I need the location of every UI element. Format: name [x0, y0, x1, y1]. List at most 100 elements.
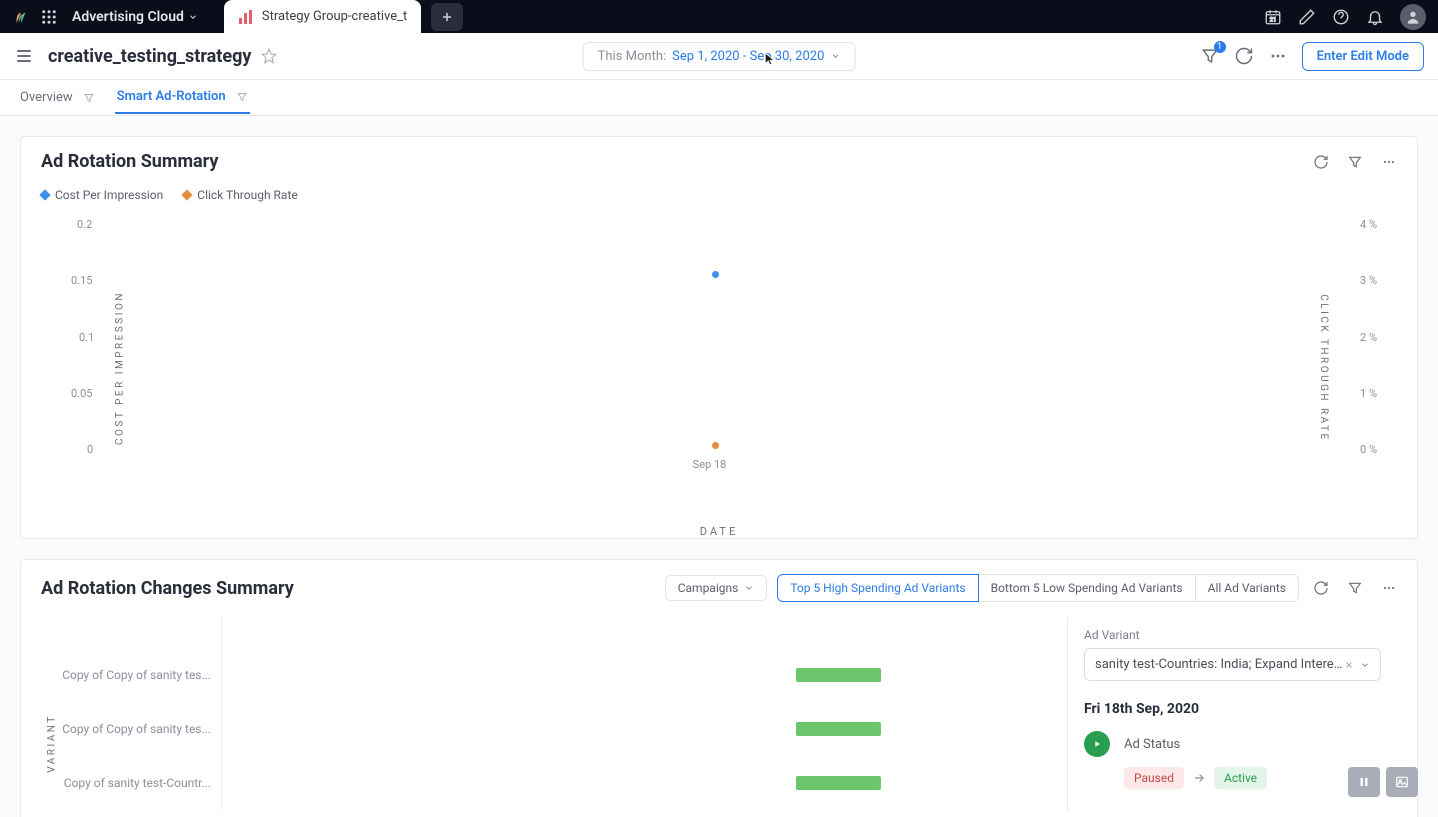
bell-icon[interactable] [1366, 8, 1384, 26]
image-icon [1395, 775, 1409, 789]
campaigns-label: Campaigns [678, 581, 739, 595]
gantt-chart: VARIANT Copy of Copy of sanity tes... Co… [41, 618, 1067, 810]
brand-logo [12, 8, 30, 26]
filter-badge: 1 [1214, 41, 1226, 53]
page-header: creative_testing_strategy This Month: Se… [0, 33, 1438, 80]
seg-bottom-5[interactable]: Bottom 5 Low Spending Ad Variants [979, 574, 1196, 602]
tick-left: 0.15 [71, 274, 92, 287]
marker-orange [182, 189, 193, 200]
tab-label: Strategy Group-creative_t [262, 9, 407, 24]
status-date: Fri 18th Sep, 2020 [1084, 701, 1381, 717]
svg-text:21: 21 [1270, 16, 1277, 23]
data-point-ctr [712, 442, 719, 449]
image-button[interactable] [1386, 767, 1418, 797]
tab-overview[interactable]: Overview [18, 82, 97, 113]
tick-right: 1 % [1360, 387, 1377, 400]
chevron-down-icon[interactable] [188, 12, 198, 22]
pencil-icon[interactable] [1298, 8, 1316, 26]
data-point-cpi [712, 271, 719, 278]
add-tab-button[interactable] [431, 3, 463, 31]
ad-variant-select[interactable]: sanity test-Countries: India; Expand Int… [1084, 648, 1381, 681]
chevron-down-icon [1360, 660, 1370, 670]
legend-item-ctr[interactable]: Click Through Rate [183, 188, 297, 202]
star-icon[interactable] [261, 48, 277, 64]
floating-controls [1348, 767, 1418, 797]
status-row: Ad Status [1084, 731, 1381, 757]
filter-button[interactable]: 1 [1200, 46, 1220, 66]
tab-smart-ad-rotation[interactable]: Smart Ad-Rotation [115, 81, 250, 114]
chip-active: Active [1214, 767, 1267, 789]
legend-ctr-label: Click Through Rate [197, 188, 297, 202]
tick-right: 3 % [1360, 274, 1377, 287]
close-icon[interactable] [1344, 660, 1354, 670]
ad-variant-value: sanity test-Countries: India; Expand Int… [1095, 657, 1344, 672]
chevron-down-icon [830, 51, 840, 61]
card-ad-rotation-summary: Ad Rotation Summary Cost Per Impression … [20, 136, 1418, 539]
tick-left: 0.05 [71, 387, 92, 400]
play-icon [1092, 739, 1102, 749]
play-circle-icon [1084, 731, 1110, 757]
x-axis-label: DATE [700, 525, 738, 538]
x-tick: Sep 18 [693, 458, 727, 471]
status-chips: Paused Active [1124, 767, 1381, 789]
more-icon[interactable] [1381, 154, 1397, 170]
variant-name: Copy of sanity test-Countr... [41, 776, 221, 790]
date-prefix: This Month: [598, 49, 667, 64]
gantt-bar[interactable] [796, 668, 881, 682]
y-axis-left-label: COST PER IMPRESSION [114, 291, 125, 445]
top-navbar: Advertising Cloud Strategy Group-creativ… [0, 0, 1438, 33]
refresh-icon[interactable] [1313, 154, 1329, 170]
tick-left: 0.2 [77, 218, 92, 231]
variant-axis-label: VARIANT [47, 714, 58, 772]
chart-legend: Cost Per Impression Click Through Rate [21, 178, 1417, 208]
person-icon [1405, 9, 1421, 25]
tab-strategy-group[interactable]: Strategy Group-creative_t [224, 0, 421, 33]
funnel-icon[interactable] [83, 92, 95, 104]
pause-button[interactable] [1348, 767, 1380, 797]
hamburger-icon[interactable] [14, 46, 34, 66]
enter-edit-mode-button[interactable]: Enter Edit Mode [1302, 42, 1424, 71]
tick-left: 0 [87, 443, 93, 456]
chevron-down-icon [744, 583, 754, 593]
tick-right: 4 % [1360, 218, 1377, 231]
variant-name: Copy of Copy of sanity tes... [41, 722, 221, 736]
y-axis-right-label: CLICK THROUGH RATE [1318, 294, 1329, 441]
card-title: Ad Rotation Changes Summary [41, 578, 294, 599]
seg-all[interactable]: All Ad Variants [1196, 574, 1299, 602]
content-area: Ad Rotation Summary Cost Per Impression … [0, 116, 1438, 817]
chip-paused: Paused [1124, 767, 1184, 789]
funnel-icon[interactable] [236, 91, 248, 103]
subtabs: Overview Smart Ad-Rotation [0, 80, 1438, 116]
apps-grid-icon[interactable] [40, 8, 58, 26]
product-name[interactable]: Advertising Cloud [72, 9, 184, 25]
gantt-row: Copy of Copy of sanity tes... [41, 648, 1067, 702]
date-range-selector[interactable]: This Month: Sep 1, 2020 - Sep 30, 2020 [583, 42, 856, 71]
marker-blue [39, 189, 50, 200]
chart-icon [238, 9, 254, 25]
tick-right: 0 % [1360, 443, 1377, 456]
ad-status-label: Ad Status [1124, 737, 1180, 752]
seg-top-5[interactable]: Top 5 High Spending Ad Variants [777, 574, 978, 602]
gantt-row: Copy of sanity test-Countr... [41, 756, 1067, 810]
more-button[interactable] [1268, 46, 1288, 66]
page-title: creative_testing_strategy [48, 46, 251, 67]
gantt-bar[interactable] [796, 776, 881, 790]
refresh-icon[interactable] [1313, 580, 1329, 596]
help-icon[interactable] [1332, 8, 1350, 26]
variant-name: Copy of Copy of sanity tes... [41, 668, 221, 682]
legend-cpi-label: Cost Per Impression [55, 188, 163, 202]
refresh-button[interactable] [1234, 46, 1254, 66]
user-avatar[interactable] [1400, 4, 1426, 30]
gantt-bar[interactable] [796, 722, 881, 736]
funnel-icon[interactable] [1347, 154, 1363, 170]
pause-icon [1357, 775, 1371, 789]
campaigns-dropdown[interactable]: Campaigns [665, 575, 768, 601]
card-title: Ad Rotation Summary [41, 151, 219, 172]
legend-item-cpi[interactable]: Cost Per Impression [41, 188, 163, 202]
calendar-icon[interactable]: 21 [1264, 8, 1282, 26]
tab-smart-label: Smart Ad-Rotation [117, 89, 226, 104]
funnel-icon[interactable] [1347, 580, 1363, 596]
arrow-right-icon [1192, 771, 1206, 785]
more-icon[interactable] [1381, 580, 1397, 596]
ad-variant-label: Ad Variant [1084, 628, 1381, 642]
